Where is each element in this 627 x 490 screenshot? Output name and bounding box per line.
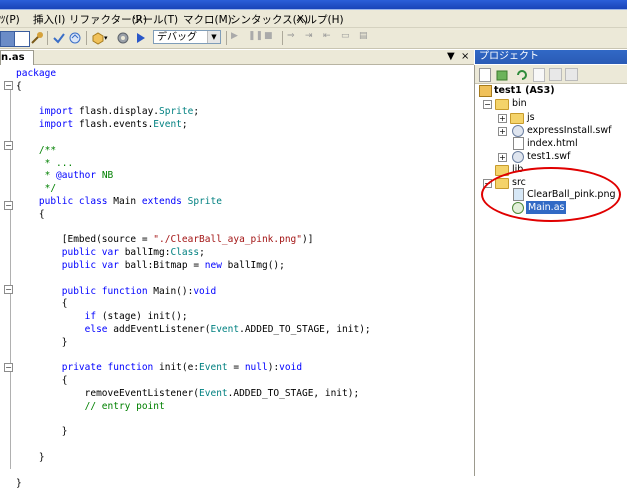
code-line: // entry point: [16, 400, 165, 412]
editor-tab-bar: n.as ▼ ×: [0, 50, 474, 65]
properties-icon[interactable]: [549, 68, 562, 81]
menu-insert[interactable]: 挿入(I): [33, 12, 65, 27]
fold-toggle-icon[interactable]: −: [4, 363, 13, 372]
expand-icon[interactable]: +: [498, 153, 507, 162]
tree-label: test1 (AS3): [494, 85, 555, 96]
play-icon[interactable]: [134, 31, 148, 45]
toolbar-separator: [226, 31, 227, 45]
stack-icon[interactable]: ▤: [359, 31, 373, 45]
folder-icon: [495, 99, 509, 110]
code-line: [Embed(source = "./ClearBall_aya_pink.pn…: [16, 234, 314, 246]
library-icon[interactable]: [495, 68, 509, 82]
tree-file-test1-swf[interactable]: test1.swf: [527, 150, 570, 163]
code-line: {: [16, 298, 68, 310]
fold-toggle-icon[interactable]: −: [4, 285, 13, 294]
collapse-icon[interactable]: −: [483, 100, 492, 109]
fold-toggle-icon[interactable]: −: [4, 141, 13, 150]
tab-list-dropdown-icon[interactable]: ▼: [447, 50, 455, 64]
code-line: public function Main():void: [61, 285, 217, 297]
tree-file-expressinstall[interactable]: expressInstall.swf: [527, 124, 611, 137]
tree-folder-js[interactable]: js: [527, 111, 535, 124]
editor-tab-label: n.as: [1, 52, 25, 63]
code-line: */: [16, 183, 57, 195]
step-out-icon[interactable]: ⇤: [323, 31, 337, 45]
menu-macro[interactable]: マクロ(M): [183, 12, 232, 27]
code-line: }: [16, 426, 68, 438]
step-icon[interactable]: ⇒: [287, 31, 301, 45]
folder-icon: [510, 113, 524, 124]
fold-toggle-icon[interactable]: −: [4, 81, 13, 90]
code-line: private function init(e:Event = null):vo…: [61, 362, 303, 374]
box-icon[interactable]: [91, 31, 105, 45]
toolbar-separator: [47, 31, 48, 45]
code-line: else addEventListener(Event.ADDED_TO_STA…: [84, 324, 371, 335]
combobox-arrow-icon[interactable]: ▼: [207, 31, 220, 43]
tree-file-index-html[interactable]: index.html: [527, 137, 578, 150]
breakpoint-icon[interactable]: ▭: [341, 31, 355, 45]
tools-icon[interactable]: [30, 31, 44, 45]
document-icon[interactable]: [533, 68, 545, 82]
main-toolbar: ▾ デバッグ ▼ ▶ ❚❚ ■ ⇒ ⇥ ⇤ ▭ ▤: [0, 28, 627, 49]
refresh-icon[interactable]: [515, 68, 529, 82]
menu-bar: ﾂ(P) 挿入(I) リファクター(R) ツール(T) マクロ(M) シンタック…: [0, 10, 627, 28]
swf-icon: [512, 151, 524, 163]
highlight-circle-annotation: [481, 167, 621, 222]
pause-disabled-icon[interactable]: ❚❚: [248, 31, 263, 45]
gear-icon[interactable]: [116, 31, 130, 45]
fold-toggle-icon[interactable]: −: [4, 201, 13, 210]
code-line: {: [16, 208, 45, 220]
check-icon[interactable]: [52, 31, 66, 45]
tree-folder-bin[interactable]: bin: [512, 97, 527, 110]
configuration-combobox-value: デバッグ: [157, 32, 197, 43]
code-line: import flash.events.Event;: [38, 119, 188, 131]
code-line: import flash.display.Sprite;: [38, 106, 200, 118]
code-line: * ...: [16, 157, 74, 169]
configuration-combobox[interactable]: デバッグ ▼: [153, 30, 221, 44]
code-line: package: [16, 68, 57, 79]
toolbar-separator: [282, 31, 283, 45]
step-into-icon[interactable]: ⇥: [305, 31, 319, 45]
menu-project[interactable]: ﾂ(P): [0, 12, 20, 27]
code-line: {: [16, 375, 68, 387]
code-line: public var ballImg:Class;: [61, 247, 205, 259]
html-file-icon: [513, 137, 524, 150]
code-editor[interactable]: − − − − − package{ import flash.display.…: [0, 65, 475, 489]
code-line: }: [16, 477, 22, 489]
expand-icon[interactable]: +: [498, 127, 507, 136]
project-tree: test1 (AS3) − bin + js + expressInstall.…: [475, 84, 627, 476]
expand-icon[interactable]: +: [498, 114, 507, 123]
code-line: if (stage) init();: [84, 311, 188, 323]
code-line: {: [16, 80, 22, 92]
code-line: public var ball:Bitmap = new ballImg();: [61, 260, 285, 271]
code-line: /**: [16, 144, 57, 156]
code-line: }: [16, 336, 68, 348]
menu-tools[interactable]: ツール(T): [132, 12, 178, 27]
run-disabled-icon[interactable]: ▶: [231, 31, 245, 45]
toolbar-separator: [86, 31, 87, 45]
stop-disabled-icon[interactable]: ■: [264, 31, 278, 45]
project-toolbar: [475, 65, 627, 84]
window-titlebar: [0, 0, 627, 10]
swf-icon: [512, 125, 524, 137]
code-line: removeEventListener(Event.ADDED_TO_STAGE…: [16, 388, 360, 399]
new-file-icon[interactable]: [479, 68, 491, 82]
code-line: * @author NB: [16, 170, 114, 182]
settings-icon[interactable]: [565, 68, 578, 81]
menu-help[interactable]: ヘルプ(H): [296, 12, 344, 27]
code-line: }: [16, 452, 45, 463]
editor-tab-main-as[interactable]: n.as: [0, 50, 34, 65]
refresh-icon[interactable]: [68, 31, 82, 45]
panel-icon[interactable]: [14, 31, 30, 47]
project-panel-title: プロジェクト: [475, 50, 627, 64]
code-line: public class Main extends Sprite: [38, 196, 222, 207]
close-tab-icon[interactable]: ×: [461, 50, 469, 64]
project-box-icon: [479, 85, 492, 97]
